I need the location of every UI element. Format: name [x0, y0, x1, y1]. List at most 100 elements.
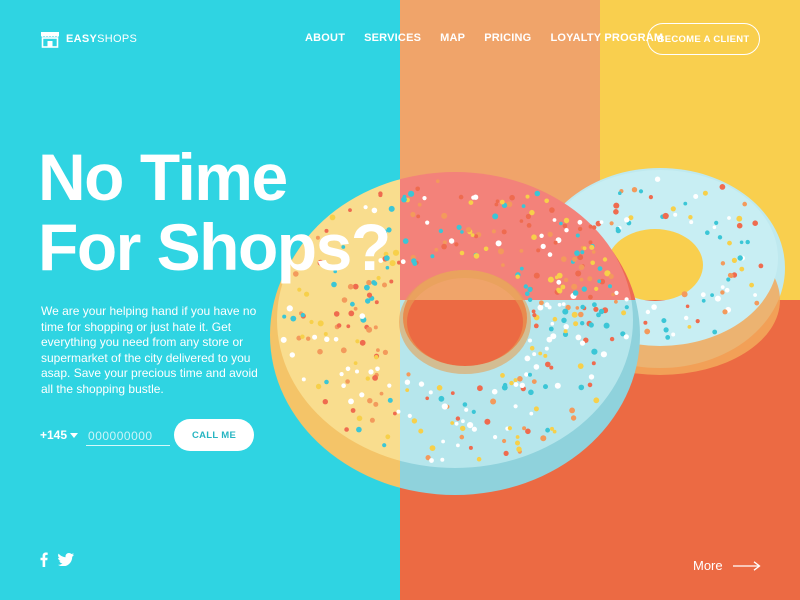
sprinkle-dot	[365, 376, 370, 381]
sprinkle-dot	[624, 297, 629, 302]
sprinkle-dot	[300, 312, 306, 318]
sprinkle-dot	[494, 202, 499, 207]
sprinkle-dot	[681, 291, 688, 298]
call-me-button[interactable]: CALL ME	[174, 419, 255, 451]
sprinkle-dot	[613, 202, 620, 209]
sprinkle-dot	[578, 264, 585, 271]
sprinkle-dot	[491, 229, 496, 234]
country-code-select[interactable]: +145	[40, 428, 79, 442]
sprinkle-dot	[687, 325, 692, 329]
nav-services[interactable]: SERVICES	[364, 32, 421, 44]
sprinkle-dot	[369, 417, 375, 423]
sprinkle-dot	[490, 398, 497, 405]
sprinkle-dot	[356, 426, 362, 433]
sprinkle-dot	[554, 382, 561, 389]
sprinkle-dot	[727, 216, 731, 220]
sprinkle-dot	[572, 290, 579, 296]
sprinkle-dot	[352, 283, 359, 290]
sprinkle-dot	[345, 379, 350, 384]
storefront-icon	[41, 32, 59, 48]
sprinkle-dot	[315, 383, 322, 390]
sprinkle-dot	[450, 421, 455, 425]
sprinkle-dot	[539, 300, 544, 306]
sprinkle-dot	[618, 191, 622, 195]
sprinkle-dot	[440, 457, 445, 462]
sprinkle-dot	[309, 319, 314, 325]
sprinkle-dot	[608, 273, 614, 279]
sprinkle-dot	[389, 260, 396, 267]
sprinkle-dot	[556, 279, 562, 285]
twitter-icon[interactable]	[58, 553, 74, 566]
sprinkle-dot	[280, 336, 287, 343]
become-client-button[interactable]: BECOME A CLIENT	[647, 23, 760, 55]
sprinkle-dot	[406, 372, 411, 377]
sprinkle-dot	[464, 407, 469, 412]
sprinkle-dot	[528, 389, 534, 396]
sprinkle-dot	[428, 390, 433, 395]
sprinkle-dot	[417, 202, 422, 207]
sprinkle-dot	[591, 361, 596, 366]
sprinkle-dot	[689, 220, 694, 225]
sprinkle-dot	[592, 225, 597, 230]
sprinkle-dot	[563, 329, 568, 334]
sprinkle-dot	[516, 446, 522, 452]
facebook-icon[interactable]	[40, 552, 48, 567]
sprinkle-dot	[300, 334, 305, 339]
sprinkle-dot	[344, 427, 349, 432]
sprinkle-dot	[693, 194, 699, 199]
sprinkle-dot	[454, 242, 459, 247]
sprinkle-dot	[663, 327, 669, 333]
sprinkle-dot	[578, 384, 585, 391]
sprinkle-dot	[611, 292, 615, 297]
sprinkle-dot	[592, 302, 597, 308]
sprinkle-dot	[499, 199, 505, 205]
nav-map[interactable]: MAP	[440, 32, 465, 44]
sprinkle-dot	[752, 220, 758, 226]
sprinkle-dot	[624, 305, 629, 310]
sprinkle-dot	[350, 408, 356, 413]
sprinkle-dot	[739, 266, 745, 272]
sprinkle-dot	[425, 396, 430, 401]
sprinkle-dot	[392, 249, 400, 256]
hero-title-line-2: For Shops?	[38, 210, 391, 284]
sprinkle-dot	[483, 246, 489, 252]
sprinkle-dot	[526, 223, 532, 228]
sprinkle-dot	[385, 434, 391, 440]
sprinkle-dot	[688, 215, 693, 220]
sprinkle-dot	[534, 190, 541, 197]
more-link[interactable]: More	[693, 558, 761, 573]
sprinkle-dot	[599, 220, 604, 225]
sprinkle-dot	[552, 218, 557, 222]
brand-logo[interactable]: EASYSHOPS	[40, 30, 137, 48]
sprinkle-dot	[436, 179, 440, 183]
sprinkle-dot	[590, 260, 595, 266]
phone-input[interactable]	[86, 424, 171, 446]
sprinkle-dot	[563, 217, 570, 224]
nav-about[interactable]: ABOUT	[305, 32, 345, 44]
sprinkle-dot	[462, 402, 468, 407]
sprinkle-dot	[588, 374, 595, 380]
sprinkle-dot	[556, 272, 563, 279]
sprinkle-dot	[589, 244, 595, 250]
sprinkle-dot	[547, 231, 553, 237]
sprinkle-dot	[468, 200, 474, 206]
sprinkle-dot	[577, 219, 583, 225]
sprinkle-dot	[614, 290, 619, 295]
sprinkle-dot	[376, 348, 380, 352]
sprinkle-dot	[527, 286, 533, 292]
sprinkle-dot	[455, 416, 461, 421]
sprinkle-dot	[597, 266, 603, 271]
sprinkle-dot	[564, 228, 569, 233]
sprinkle-dot	[458, 194, 464, 200]
sprinkle-dot	[436, 385, 443, 391]
sprinkle-dot	[720, 285, 725, 289]
sprinkle-dot	[587, 276, 593, 282]
sprinkle-dot	[297, 287, 302, 292]
sprinkle-dot	[582, 246, 587, 251]
sprinkle-dot	[387, 397, 393, 403]
nav-pricing[interactable]: PRICING	[484, 32, 531, 44]
sprinkle-dot	[359, 339, 366, 346]
sprinkle-dot	[471, 409, 476, 414]
sprinkle-dot	[324, 336, 330, 342]
sprinkle-dot	[651, 304, 657, 310]
